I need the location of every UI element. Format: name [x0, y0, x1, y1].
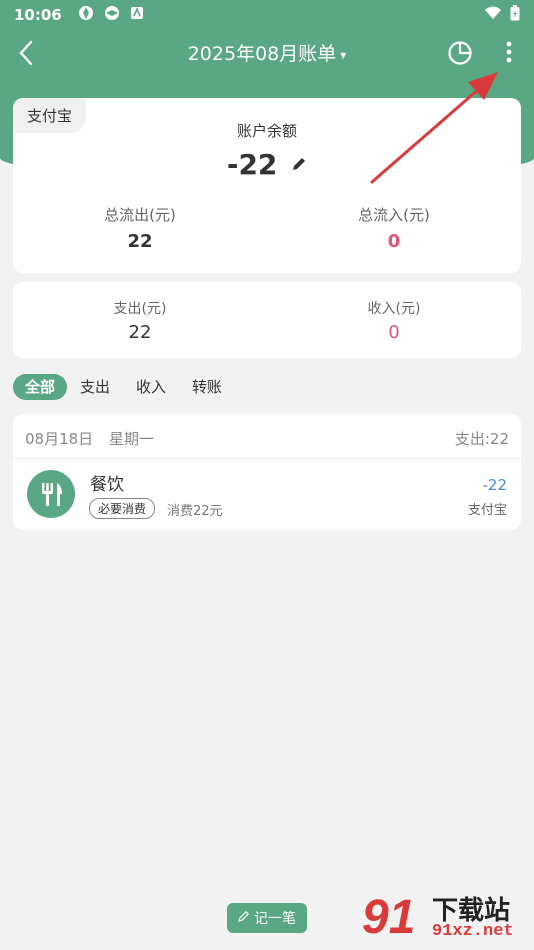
pencil-icon	[238, 910, 250, 926]
transaction-amount: -22	[482, 476, 508, 494]
add-record-label: 记一笔	[254, 911, 296, 927]
total-inflow-label: 总流入(元)	[358, 206, 430, 224]
day-total: 支出:22	[454, 430, 509, 448]
edit-pencil-icon[interactable]	[291, 146, 307, 170]
expense-income-card: 支出(元) 22 收入(元) 0	[13, 282, 521, 358]
wifi-icon	[484, 6, 502, 24]
expense-label: 支出(元)	[113, 301, 167, 317]
day-date: 08月18日	[25, 430, 94, 448]
filter-tabs: 全部 支出 收入 转账	[13, 374, 235, 400]
transaction-tag: 必要消费	[89, 498, 156, 519]
add-record-button[interactable]: 记一笔	[227, 903, 307, 933]
transaction-account: 支付宝	[467, 503, 507, 518]
income-value: 0	[388, 322, 400, 343]
balance-amount: -22	[226, 148, 278, 181]
status-time: 10:06	[14, 6, 62, 24]
day-weekday: 星期一	[109, 430, 155, 448]
filter-tab-expense[interactable]: 支出	[67, 374, 123, 400]
total-outflow: 总流出(元) 22	[13, 204, 267, 252]
filter-tab-all[interactable]: 全部	[13, 374, 68, 400]
watermark-url: 91xz.net	[432, 922, 514, 941]
watermark-logo: 91 下载站 91xz.net	[362, 888, 532, 948]
sync-icon	[104, 5, 120, 25]
day-header: 08月18日 星期一 支出:22	[13, 414, 521, 459]
more-vertical-icon[interactable]	[500, 39, 518, 67]
annotation-arrow	[370, 72, 498, 184]
total-inflow: 总流入(元) 0	[267, 204, 521, 252]
page-title: 2025年08月账单	[187, 43, 337, 65]
transaction-category: 餐饮	[90, 475, 124, 495]
expense-total: 支出(元) 22	[13, 298, 267, 343]
expense-value: 22	[128, 322, 152, 343]
app-icon	[130, 6, 144, 24]
income-label: 收入(元)	[367, 301, 421, 317]
chevron-down-icon: ▾	[340, 47, 347, 62]
income-total: 收入(元) 0	[267, 298, 521, 343]
pie-chart-icon[interactable]	[446, 39, 474, 67]
total-inflow-value: 0	[387, 231, 401, 252]
status-right	[484, 5, 520, 25]
total-outflow-value: 22	[127, 231, 153, 252]
transaction-list-card: 08月18日 星期一 支出:22 餐饮 必要消费 消费22元 -22 支付宝	[13, 414, 521, 530]
sync-icon	[78, 5, 94, 25]
status-bar: 10:06	[0, 0, 534, 30]
filter-tab-income[interactable]: 收入	[123, 374, 179, 400]
total-outflow-label: 总流出(元)	[104, 206, 176, 224]
filter-tab-transfer[interactable]: 转账	[179, 374, 235, 400]
watermark-number: 91	[362, 891, 416, 944]
transaction-note: 消费22元	[167, 504, 223, 519]
fork-knife-icon	[27, 470, 75, 518]
battery-icon	[510, 5, 520, 25]
